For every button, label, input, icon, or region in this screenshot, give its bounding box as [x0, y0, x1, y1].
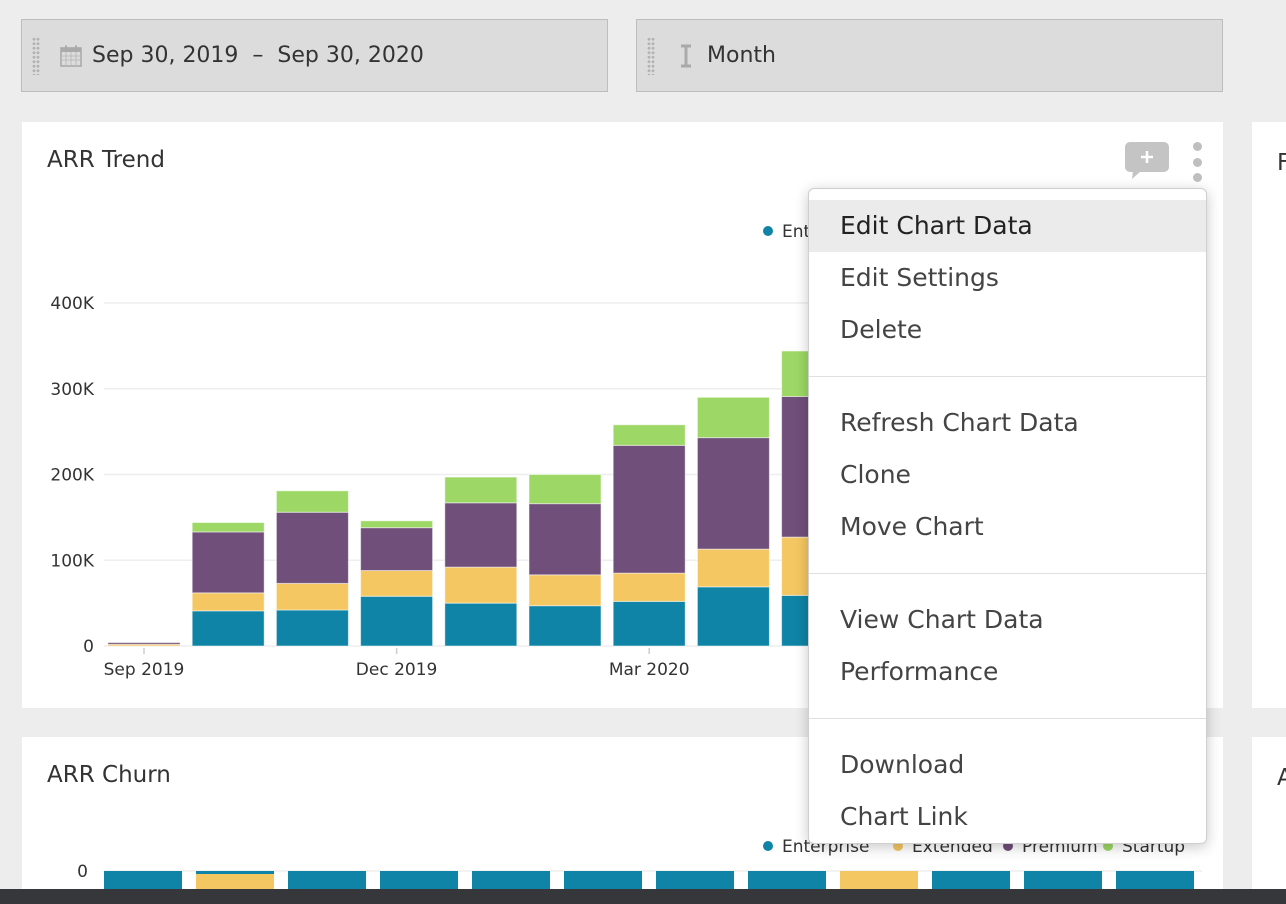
menu-item-clone[interactable]: Clone — [809, 449, 1206, 501]
y-tick-label: 0 — [83, 637, 94, 657]
y-tick-label: 0 — [77, 862, 88, 882]
bar-segment-extended[interactable] — [612, 572, 686, 602]
side-card-title: F — [1277, 150, 1286, 176]
bar-segment-premium[interactable] — [107, 642, 181, 645]
bar-segment-extended[interactable] — [191, 592, 265, 612]
bar-segment-enterprise[interactable] — [696, 586, 770, 647]
bar-segment-enterprise[interactable] — [288, 871, 366, 891]
x-tick-label: Mar 2020 — [609, 660, 690, 680]
bar-segment-enterprise[interactable] — [444, 602, 518, 647]
bar-segment-extended[interactable] — [444, 566, 518, 604]
bar-segment-enterprise[interactable] — [275, 609, 349, 647]
bar-segment-enterprise[interactable] — [191, 610, 265, 647]
bar-segment-premium[interactable] — [528, 503, 602, 576]
granularity-label: Month — [707, 43, 776, 68]
menu-divider — [809, 718, 1206, 719]
bar-segment-enterprise[interactable] — [380, 871, 458, 891]
bar-segment-enterprise[interactable] — [564, 871, 642, 891]
bar-segment-enterprise[interactable] — [612, 600, 686, 647]
menu-divider — [809, 573, 1206, 574]
y-tick-label: 200K — [50, 466, 94, 486]
bar-segment-premium[interactable] — [275, 511, 349, 584]
menu-item-performance[interactable]: Performance — [809, 646, 1206, 698]
side-card-bottom: A — [1252, 737, 1286, 904]
bar-segment-startup[interactable] — [191, 522, 265, 533]
bar-segment-premium[interactable] — [696, 437, 770, 550]
bar-segment-enterprise[interactable] — [1024, 871, 1102, 891]
bar-segment-enterprise[interactable] — [528, 605, 602, 647]
bar-segment-premium[interactable] — [612, 444, 686, 574]
side-card-title: A — [1277, 765, 1286, 791]
bottom-bar — [0, 889, 1286, 904]
date-range-label: Sep 30, 2019 – Sep 30, 2020 — [92, 43, 424, 68]
menu-item-refresh-chart-data[interactable]: Refresh Chart Data — [809, 397, 1206, 449]
calendar-icon — [60, 44, 82, 68]
bar-segment-enterprise[interactable] — [748, 871, 826, 891]
bar-segment-premium[interactable] — [360, 527, 434, 572]
x-tick-label: Dec 2019 — [356, 660, 438, 680]
bar-segment-enterprise[interactable] — [656, 871, 734, 891]
granularity-filter[interactable]: Month — [636, 19, 1223, 92]
bar-segment-enterprise[interactable] — [196, 871, 274, 874]
menu-item-edit-chart-data[interactable]: Edit Chart Data — [809, 200, 1206, 252]
y-tick-label: 100K — [50, 551, 94, 571]
bar-segment-enterprise[interactable] — [360, 595, 434, 647]
bar-segment-startup[interactable] — [444, 476, 518, 504]
bar-segment-startup[interactable] — [360, 520, 434, 529]
x-tick-label: Sep 2019 — [104, 660, 185, 680]
bar-segment-extended[interactable] — [840, 871, 918, 891]
chart-options-menu: Edit Chart Data Edit Settings Delete Refres… — [808, 188, 1207, 844]
bar-segment-premium[interactable] — [191, 531, 265, 594]
legend-label-enterprise[interactable]: Ent — [782, 222, 811, 242]
menu-divider — [809, 376, 1206, 377]
bar-segment-enterprise[interactable] — [472, 871, 550, 891]
legend-marker-enterprise — [763, 226, 773, 236]
bar-segment-startup[interactable] — [275, 490, 349, 513]
text-cursor-icon — [675, 44, 697, 68]
bar-segment-extended[interactable] — [696, 548, 770, 588]
menu-item-download[interactable]: Download — [809, 739, 1206, 791]
date-range-filter[interactable]: Sep 30, 2019 – Sep 30, 2020 — [21, 19, 608, 92]
bar-segment-enterprise[interactable] — [932, 871, 1010, 891]
menu-item-delete[interactable]: Delete — [809, 304, 1206, 356]
bar-segment-extended[interactable] — [528, 574, 602, 607]
bar-segment-premium[interactable] — [444, 502, 518, 568]
bar-segment-extended[interactable] — [360, 570, 434, 597]
drag-handle-icon[interactable] — [647, 36, 655, 75]
y-tick-label: 400K — [50, 294, 94, 314]
bar-segment-startup[interactable] — [528, 474, 602, 505]
menu-item-chart-link[interactable]: Chart Link — [809, 791, 1206, 843]
menu-item-view-chart-data[interactable]: View Chart Data — [809, 594, 1206, 646]
side-card-top: F — [1252, 122, 1286, 708]
legend-marker-enterprise — [763, 841, 773, 851]
menu-item-edit-settings[interactable]: Edit Settings — [809, 252, 1206, 304]
bar-segment-enterprise[interactable] — [1116, 871, 1194, 891]
bar-segment-startup[interactable] — [612, 424, 686, 446]
menu-item-move-chart[interactable]: Move Chart — [809, 501, 1206, 553]
y-tick-label: 300K — [50, 380, 94, 400]
drag-handle-icon[interactable] — [32, 36, 40, 75]
bar-segment-startup[interactable] — [696, 396, 770, 439]
bar-segment-enterprise[interactable] — [104, 871, 182, 891]
bar-segment-extended[interactable] — [275, 582, 349, 611]
